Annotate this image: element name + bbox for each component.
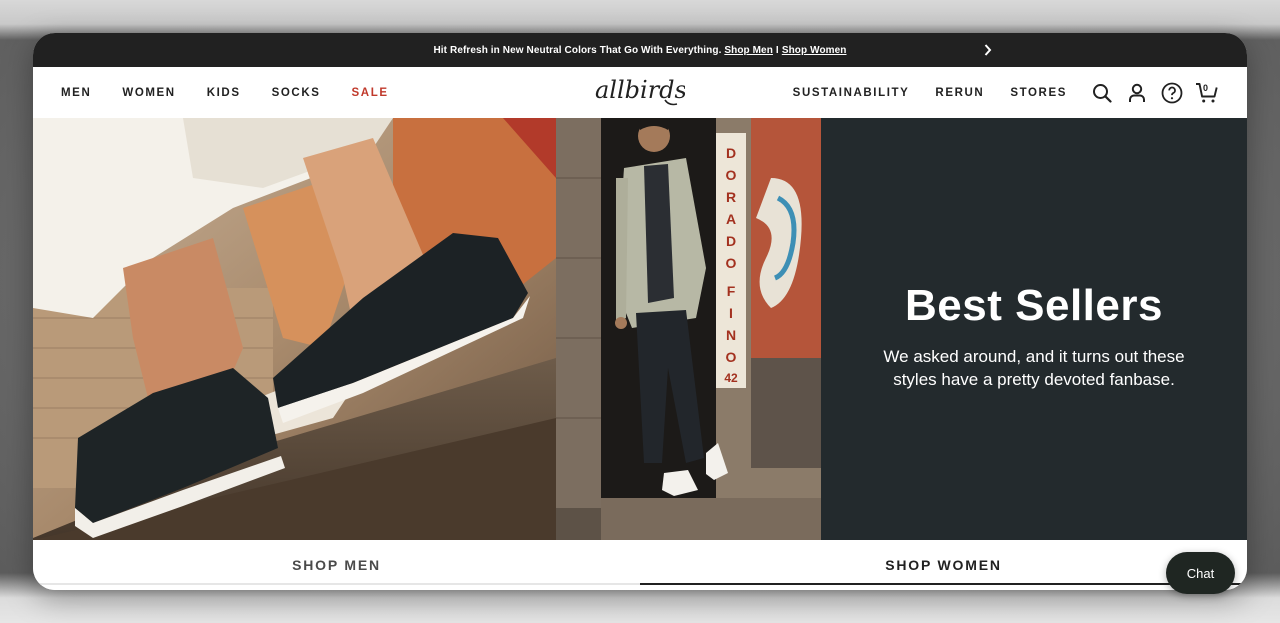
shop-women-button[interactable]: SHOP WOMEN xyxy=(640,540,1247,590)
hero-subtitle: We asked around, and it turns out these … xyxy=(883,347,1185,389)
account-icon[interactable] xyxy=(1125,81,1149,105)
hero-title: Best Sellers xyxy=(905,281,1163,330)
shop-men-label: SHOP MEN xyxy=(292,557,381,573)
chevron-right-icon[interactable] xyxy=(981,41,995,59)
logo-text: allbirds xyxy=(595,76,685,104)
nav-women[interactable]: WOMEN xyxy=(122,87,175,99)
announcement-text: Hit Refresh in New Neutral Colors That G… xyxy=(433,44,722,56)
svg-text:R: R xyxy=(726,189,736,205)
chat-button[interactable]: Chat xyxy=(1166,552,1235,594)
cart-icon[interactable]: 0 xyxy=(1195,81,1219,105)
search-icon[interactable] xyxy=(1090,81,1114,105)
nav-socks[interactable]: SOCKS xyxy=(272,87,321,99)
nav-sustainability[interactable]: SUSTAINABILITY xyxy=(793,87,910,99)
svg-text:F: F xyxy=(727,283,736,299)
nav-kids[interactable]: KIDS xyxy=(207,87,241,99)
announcement-link-men[interactable]: Shop Men xyxy=(724,45,773,56)
help-icon[interactable] xyxy=(1160,81,1184,105)
promo-panel: Best Sellers We asked around, and it tur… xyxy=(821,118,1247,540)
svg-text:D: D xyxy=(726,233,736,249)
hero-section: D O R A D O F I N O 42 Best Sellers We a… xyxy=(33,118,1247,540)
announcement-bar: Hit Refresh in New Neutral Colors That G… xyxy=(33,33,1247,67)
nav-rerun[interactable]: RERUN xyxy=(935,87,984,99)
allbirds-logo[interactable]: allbirds xyxy=(593,76,687,108)
shop-women-label: SHOP WOMEN xyxy=(885,557,1002,573)
svg-text:N: N xyxy=(726,327,736,343)
shop-men-underline xyxy=(33,583,640,585)
sign-text: D xyxy=(726,145,736,161)
svg-text:O: O xyxy=(726,255,737,271)
nav-stores[interactable]: STORES xyxy=(1010,87,1067,99)
browser-window: Hit Refresh in New Neutral Colors That G… xyxy=(33,33,1247,590)
hero-image-sneakers[interactable] xyxy=(33,118,556,540)
svg-text:O: O xyxy=(726,349,737,365)
shop-tabs: SHOP MEN SHOP WOMEN xyxy=(33,540,1247,590)
shop-women-underline xyxy=(640,583,1247,585)
announcement-link-women[interactable]: Shop Women xyxy=(782,45,847,56)
nav-sale[interactable]: SALE xyxy=(352,87,389,99)
svg-text:I: I xyxy=(729,305,733,321)
svg-text:A: A xyxy=(726,211,736,227)
cart-count: 0 xyxy=(1203,82,1209,93)
svg-text:O: O xyxy=(726,167,737,183)
hero-image-doorway[interactable]: D O R A D O F I N O 42 xyxy=(556,118,821,540)
announcement-separator: I xyxy=(775,44,779,56)
main-nav: MEN WOMEN KIDS SOCKS SALE allbirds SUSTA… xyxy=(33,67,1247,118)
nav-men[interactable]: MEN xyxy=(61,87,91,99)
shop-men-button[interactable]: SHOP MEN xyxy=(33,540,640,590)
svg-text:42: 42 xyxy=(724,371,738,385)
